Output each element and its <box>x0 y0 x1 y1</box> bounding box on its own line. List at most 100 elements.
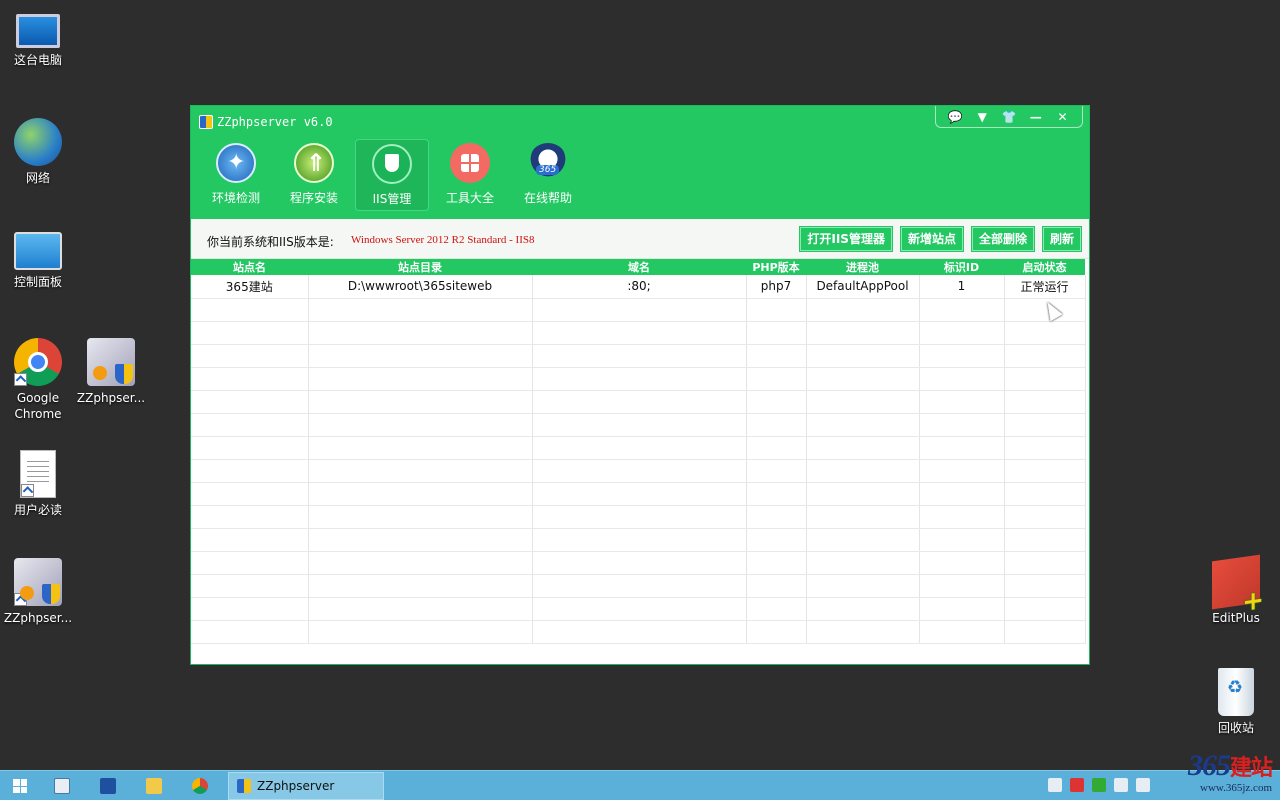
desktop-icon-label: 控制面板 <box>13 275 62 289</box>
feedback-icon[interactable]: 💬 <box>945 108 965 126</box>
chrome-icon <box>192 778 208 794</box>
site-table: 站点名 站点目录 域名 PHP版本 进程池 标识ID 启动状态 365建站 D:… <box>191 259 1086 644</box>
empty-cell <box>1004 367 1086 391</box>
chrome-icon <box>14 338 62 386</box>
empty-cell <box>746 597 807 621</box>
empty-cell <box>532 620 747 644</box>
system-info-bar: 你当前系统和IIS版本是: Windows Server 2012 R2 Sta… <box>191 219 1089 259</box>
empty-cell <box>532 528 747 552</box>
empty-cell <box>1004 413 1086 437</box>
app-icon <box>199 115 213 129</box>
windows-logo-icon <box>13 779 27 793</box>
nav-label: 环境检测 <box>211 191 260 205</box>
taskbar: ZZphpserver 365建站 www.365jz.com <box>0 751 1280 800</box>
empty-cell <box>308 413 533 437</box>
empty-cell <box>746 528 807 552</box>
shortcut-arrow-icon <box>21 484 34 497</box>
nav-iis-manage[interactable]: IIS管理 <box>355 139 429 211</box>
taskbar-explorer[interactable] <box>134 774 174 798</box>
taskbar-task-zzphpserver[interactable]: ZZphpserver <box>228 772 384 800</box>
add-site-button[interactable]: 新增站点 <box>900 227 963 251</box>
empty-cell <box>806 620 920 644</box>
refresh-button[interactable]: 刷新 <box>1042 227 1081 251</box>
empty-cell <box>1004 321 1086 345</box>
taskbar-powershell[interactable] <box>88 774 128 798</box>
empty-cell <box>308 482 533 506</box>
table-row[interactable]: 365建站 D:\wwwroot\365siteweb :80; php7 De… <box>191 275 1086 299</box>
column-header[interactable]: 域名 <box>532 259 746 275</box>
nav-online-help[interactable]: 在线帮助 <box>511 139 585 211</box>
nav-label: 在线帮助 <box>523 191 572 205</box>
desktop-icon-editplus[interactable]: EditPlus <box>1198 554 1274 626</box>
tray-vm-icon[interactable] <box>1114 778 1128 792</box>
column-header[interactable]: 站点目录 <box>308 259 532 275</box>
table-row-empty <box>191 505 1086 529</box>
taskbar-chrome[interactable] <box>180 774 220 798</box>
table-header-row: 站点名 站点目录 域名 PHP版本 进程池 标识ID 启动状态 <box>191 259 1085 275</box>
tray-speaker-icon[interactable] <box>1136 778 1150 792</box>
table-row-empty <box>191 459 1086 483</box>
desktop-icon-readme[interactable]: 用户必读 <box>0 450 76 518</box>
nav-env-check[interactable]: 环境检测 <box>199 139 273 211</box>
recycle-bin-icon <box>1218 668 1254 716</box>
empty-cell <box>308 597 533 621</box>
close-icon[interactable]: ✕ <box>1053 108 1073 126</box>
empty-cell <box>1004 390 1086 414</box>
tools-grid-icon <box>450 143 490 183</box>
skin-icon[interactable]: 👕 <box>999 108 1019 126</box>
nav-tools[interactable]: 工具大全 <box>433 139 507 211</box>
empty-cell <box>1004 344 1086 368</box>
empty-cell <box>806 505 920 529</box>
open-iis-manager-button[interactable]: 打开IIS管理器 <box>800 227 892 251</box>
empty-cell <box>191 574 309 598</box>
table-row-empty <box>191 620 1086 644</box>
desktop-icon-control-panel[interactable]: 控制面板 <box>0 232 76 290</box>
system-version-value: Windows Server 2012 R2 Standard - IIS8 <box>351 234 535 246</box>
empty-cell <box>746 482 807 506</box>
empty-cell <box>919 505 1005 529</box>
desktop-icon-zzphpserver[interactable]: ZZphpser... <box>73 338 149 406</box>
empty-cell <box>1004 551 1086 575</box>
desktop-icon-label: 网络 <box>25 171 50 185</box>
empty-cell <box>308 574 533 598</box>
empty-cell <box>806 367 920 391</box>
shortcut-arrow-icon <box>14 373 27 386</box>
desktop-icon-network[interactable]: 网络 <box>0 118 76 186</box>
shield-icon <box>372 144 412 184</box>
site-name-cell: 365建站 <box>191 275 309 299</box>
menu-dropdown-icon[interactable]: ▼ <box>972 108 992 126</box>
window-title-bar[interactable]: ZZphpserver v6.0 <box>199 115 333 129</box>
empty-cell <box>191 528 309 552</box>
empty-cell <box>806 597 920 621</box>
taskbar-server-manager[interactable] <box>42 774 82 798</box>
tray-app-icon[interactable] <box>1048 778 1062 792</box>
minimize-icon[interactable]: — <box>1026 108 1046 126</box>
desktop-icon-this-pc[interactable]: 这台电脑 <box>0 10 76 68</box>
delete-all-button[interactable]: 全部删除 <box>971 227 1034 251</box>
column-header[interactable]: 启动状态 <box>1004 259 1085 275</box>
empty-cell <box>191 597 309 621</box>
column-header[interactable]: 站点名 <box>191 259 308 275</box>
empty-cell <box>746 574 807 598</box>
table-row-empty <box>191 367 1086 391</box>
watermark-url: www.365jz.com <box>1200 782 1272 794</box>
desktop-icon-chrome[interactable]: Google Chrome <box>0 338 76 422</box>
empty-cell <box>191 390 309 414</box>
zzphpserver-icon <box>237 779 251 793</box>
table-row-empty <box>191 344 1086 368</box>
start-button[interactable] <box>0 774 40 798</box>
window-header: ZZphpserver v6.0 💬 ▼ 👕 — ✕ 环境检测 程序安装 IIS… <box>191 106 1089 219</box>
column-header[interactable]: PHP版本 <box>746 259 806 275</box>
nav-program-install[interactable]: 程序安装 <box>277 139 351 211</box>
system-tray <box>1048 778 1150 792</box>
tray-network-error-icon[interactable] <box>1070 778 1084 792</box>
empty-cell <box>532 597 747 621</box>
empty-cell <box>191 482 309 506</box>
empty-cell <box>191 459 309 483</box>
desktop-icon-recycle-bin[interactable]: 回收站 <box>1198 668 1274 736</box>
desktop-icon-zzphpserver-2[interactable]: ZZphpser... <box>0 558 76 626</box>
column-header[interactable]: 标识ID <box>919 259 1004 275</box>
empty-cell <box>1004 597 1086 621</box>
tray-check-icon[interactable] <box>1092 778 1106 792</box>
column-header[interactable]: 进程池 <box>806 259 919 275</box>
